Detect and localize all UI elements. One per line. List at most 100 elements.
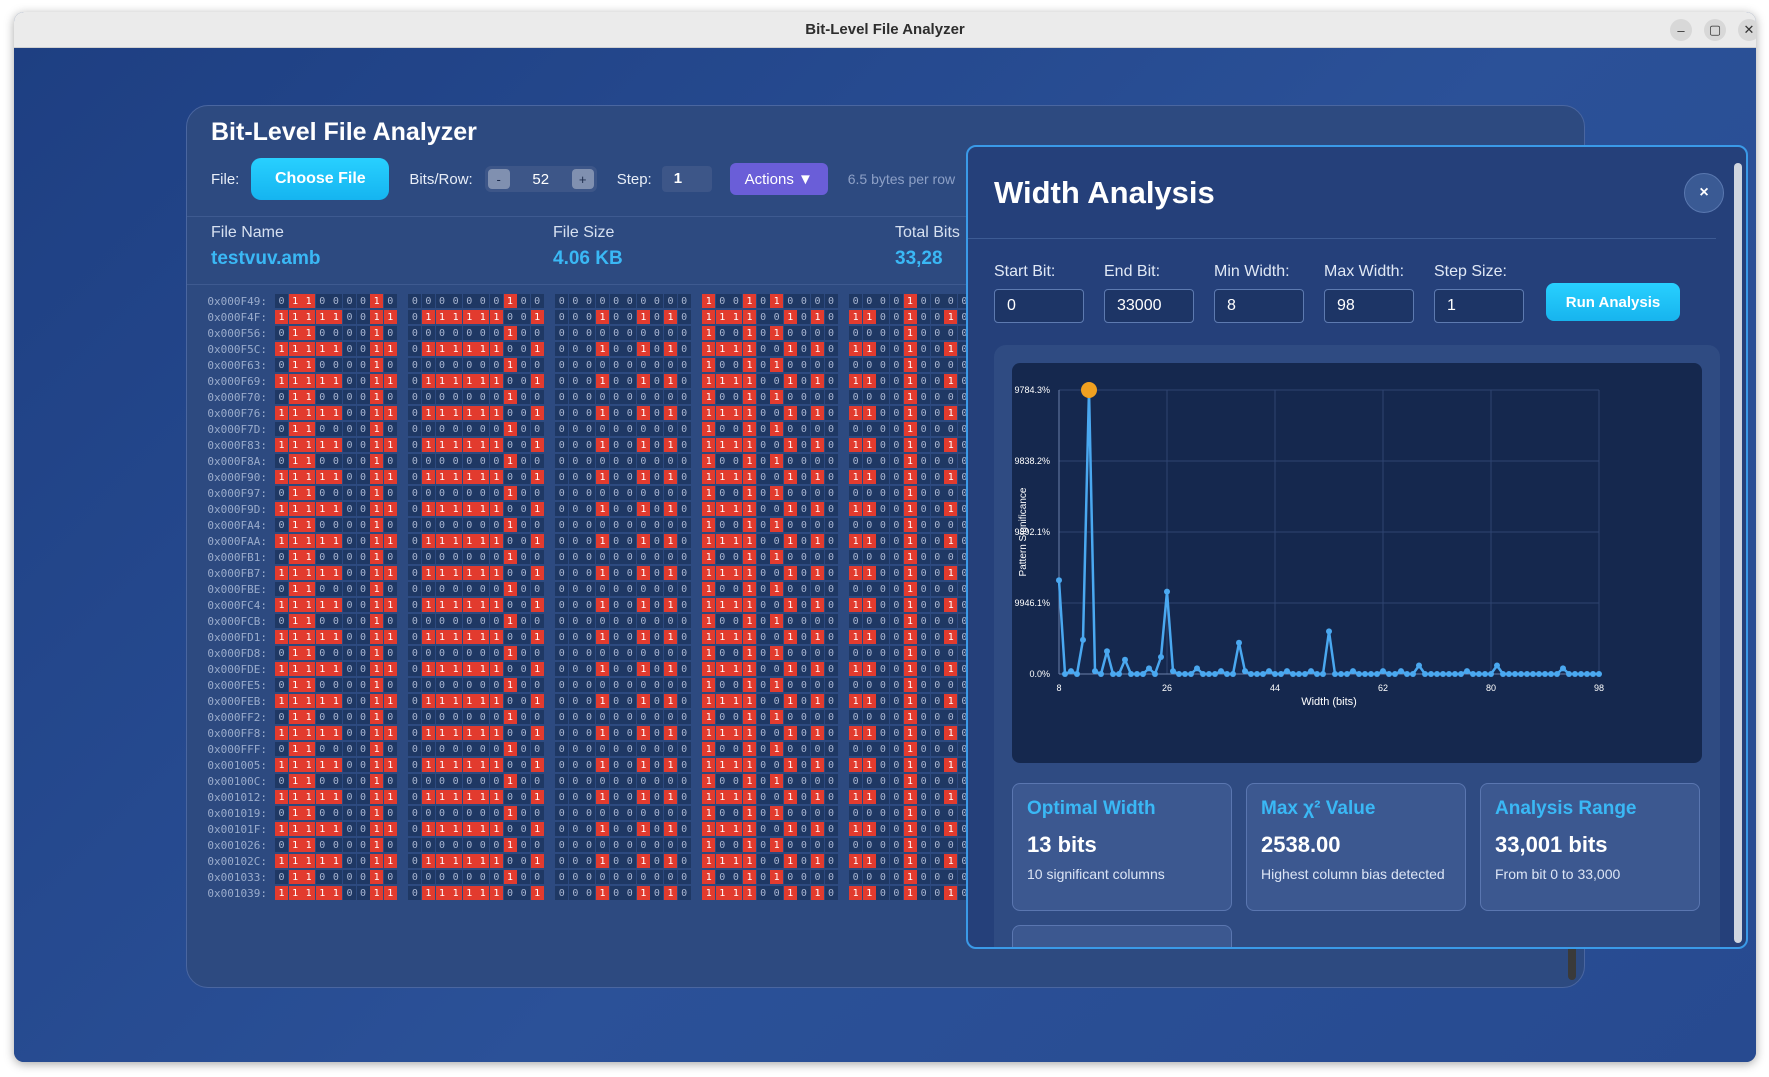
bit-cell[interactable]: 1: [903, 678, 917, 692]
bit-cell[interactable]: 0: [889, 470, 903, 484]
bit-cell[interactable]: 0: [275, 518, 288, 532]
bit-cell[interactable]: 0: [636, 742, 650, 756]
bit-cell[interactable]: 1: [329, 470, 343, 484]
bit-cell[interactable]: 0: [944, 646, 958, 660]
bit-cell[interactable]: 0: [383, 678, 397, 692]
bit-cell[interactable]: 0: [756, 502, 770, 516]
bit-cell[interactable]: 0: [582, 550, 596, 564]
bit-cell[interactable]: 0: [408, 438, 422, 452]
bit-cell[interactable]: 0: [596, 838, 610, 852]
bit-cell[interactable]: 1: [596, 694, 610, 708]
bit-cell[interactable]: 1: [810, 438, 824, 452]
bit-cell[interactable]: 0: [636, 870, 650, 884]
bit-cell[interactable]: 1: [596, 566, 610, 580]
bit-cell[interactable]: 0: [729, 582, 743, 596]
bit-cell[interactable]: 0: [462, 486, 476, 500]
bit-cell[interactable]: 0: [797, 486, 811, 500]
bit-cell[interactable]: 0: [650, 294, 664, 308]
bit-cell[interactable]: 1: [383, 854, 397, 868]
bit-cell[interactable]: 0: [889, 694, 903, 708]
bit-cell[interactable]: 0: [568, 790, 582, 804]
bit-cell[interactable]: 0: [275, 678, 288, 692]
bit-cell[interactable]: 0: [555, 806, 569, 820]
bit-cell[interactable]: 1: [315, 438, 329, 452]
bit-cell[interactable]: 0: [876, 838, 890, 852]
bit-cell[interactable]: 0: [770, 406, 784, 420]
bit-cell[interactable]: 1: [275, 534, 288, 548]
bit-cell[interactable]: 0: [917, 694, 931, 708]
bit-cell[interactable]: 1: [275, 374, 288, 388]
bit-cell[interactable]: 1: [383, 310, 397, 324]
bit-cell[interactable]: 1: [435, 854, 449, 868]
bit-cell[interactable]: 0: [623, 710, 637, 724]
bit-cell[interactable]: 1: [462, 374, 476, 388]
bit-cell[interactable]: 1: [903, 870, 917, 884]
bit-cell[interactable]: 1: [849, 758, 863, 772]
bit-cell[interactable]: 0: [650, 854, 664, 868]
bit-cell[interactable]: 0: [636, 806, 650, 820]
bit-cell[interactable]: 1: [944, 694, 958, 708]
bit-cell[interactable]: 0: [650, 326, 664, 340]
bit-cell[interactable]: 0: [824, 806, 838, 820]
bit-cell[interactable]: 0: [517, 342, 531, 356]
bit-cell[interactable]: 0: [435, 518, 449, 532]
bit-cell[interactable]: 0: [555, 470, 569, 484]
bit-cell[interactable]: 0: [449, 646, 463, 660]
bit-cell[interactable]: 1: [664, 470, 678, 484]
bit-cell[interactable]: 1: [421, 342, 435, 356]
bit-cell[interactable]: 0: [435, 774, 449, 788]
bit-cell[interactable]: 0: [664, 774, 678, 788]
bit-cell[interactable]: 0: [596, 678, 610, 692]
bit-cell[interactable]: 1: [275, 758, 288, 772]
bit-cell[interactable]: 0: [715, 326, 729, 340]
bit-cell[interactable]: 0: [797, 758, 811, 772]
bit-cell[interactable]: 0: [275, 646, 288, 660]
bit-cell[interactable]: 0: [917, 646, 931, 660]
bit-cell[interactable]: 0: [797, 870, 811, 884]
bit-cell[interactable]: 0: [917, 550, 931, 564]
bit-cell[interactable]: 0: [756, 310, 770, 324]
bit-cell[interactable]: 1: [770, 710, 784, 724]
bit-cell[interactable]: 1: [729, 534, 743, 548]
bit-cell[interactable]: 0: [783, 582, 797, 596]
bit-cell[interactable]: 0: [517, 742, 531, 756]
actions-button[interactable]: Actions ▼: [729, 163, 828, 195]
bit-cell[interactable]: 1: [435, 470, 449, 484]
bit-cell[interactable]: 0: [623, 294, 637, 308]
bit-cell[interactable]: 0: [356, 374, 370, 388]
bit-cell[interactable]: 0: [582, 710, 596, 724]
bit-cell[interactable]: 0: [476, 614, 490, 628]
bit-cell[interactable]: 1: [302, 806, 316, 820]
bit-cell[interactable]: 1: [596, 310, 610, 324]
bit-cell[interactable]: 1: [302, 406, 316, 420]
bit-cell[interactable]: 0: [944, 678, 958, 692]
bit-cell[interactable]: 0: [275, 390, 288, 404]
bit-cell[interactable]: 0: [889, 614, 903, 628]
bit-cell[interactable]: 0: [930, 390, 944, 404]
bit-cell[interactable]: 0: [489, 710, 503, 724]
bit-cell[interactable]: 0: [797, 774, 811, 788]
bit-cell[interactable]: 1: [729, 310, 743, 324]
bit-cell[interactable]: 1: [702, 390, 716, 404]
bit-cell[interactable]: 0: [568, 774, 582, 788]
bit-cell[interactable]: 0: [408, 790, 422, 804]
bit-cell[interactable]: 1: [489, 438, 503, 452]
bit-cell[interactable]: 1: [903, 598, 917, 612]
bit-cell[interactable]: 1: [530, 726, 544, 740]
bit-cell[interactable]: 0: [623, 742, 637, 756]
bit-cell[interactable]: 0: [356, 550, 370, 564]
bit-cell[interactable]: 1: [329, 886, 343, 900]
bit-cell[interactable]: 1: [435, 534, 449, 548]
bit-cell[interactable]: 0: [555, 438, 569, 452]
bit-cell[interactable]: 0: [342, 518, 356, 532]
bit-cell[interactable]: 1: [421, 310, 435, 324]
bit-cell[interactable]: 0: [797, 582, 811, 596]
bit-cell[interactable]: 1: [435, 726, 449, 740]
bit-cell[interactable]: 0: [383, 390, 397, 404]
bit-cell[interactable]: 1: [715, 566, 729, 580]
bit-cell[interactable]: 1: [743, 678, 756, 692]
bit-cell[interactable]: 0: [889, 774, 903, 788]
bit-cell[interactable]: 1: [476, 822, 490, 836]
bit-cell[interactable]: 0: [315, 870, 329, 884]
bit-cell[interactable]: 0: [555, 374, 569, 388]
